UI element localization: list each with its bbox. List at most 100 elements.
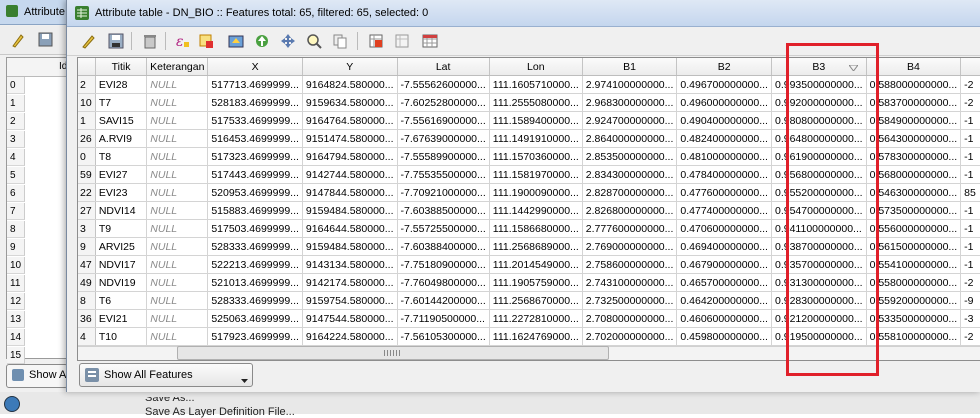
delete-icon[interactable] bbox=[139, 30, 161, 52]
table-cell[interactable]: T7 bbox=[95, 93, 148, 112]
column-header-b2[interactable]: B2 bbox=[676, 58, 772, 76]
background-row-number[interactable]: 10 bbox=[7, 257, 25, 274]
column-header-overflow[interactable] bbox=[960, 58, 980, 76]
table-cell[interactable]: 9164224.580000... bbox=[302, 327, 398, 346]
table-cell[interactable]: 9142744.580000... bbox=[302, 165, 398, 184]
table-cell[interactable]: 2.758600000000... bbox=[582, 255, 678, 274]
table-cell[interactable]: 0.583700000000... bbox=[866, 93, 962, 112]
field-calculator-icon[interactable] bbox=[419, 30, 441, 52]
column-header-titik[interactable]: Titik bbox=[95, 58, 148, 76]
table-cell[interactable]: 9147544.580000... bbox=[302, 309, 398, 328]
pencil-icon[interactable] bbox=[10, 32, 24, 51]
table-cell[interactable]: -7.76049800000... bbox=[397, 273, 490, 292]
table-cell[interactable]: 0.561500000000... bbox=[866, 237, 962, 256]
row-number[interactable]: 36 bbox=[78, 309, 96, 328]
table-cell[interactable]: -7.55589900000... bbox=[397, 147, 490, 166]
table-cell[interactable]: 522213.4699999... bbox=[207, 255, 303, 274]
table-cell[interactable]: 111.1589400000... bbox=[489, 111, 583, 130]
table-cell[interactable]: -1 bbox=[960, 201, 980, 220]
pencil-icon[interactable] bbox=[77, 30, 99, 52]
row-number[interactable]: 9 bbox=[78, 237, 96, 256]
table-cell[interactable]: T9 bbox=[95, 219, 148, 238]
table-cell[interactable]: EVI27 bbox=[95, 165, 148, 184]
background-row-number[interactable]: 7 bbox=[7, 203, 25, 220]
table-cell[interactable]: NULL bbox=[146, 75, 209, 94]
table-cell[interactable]: -7.60388500000... bbox=[397, 201, 490, 220]
row-number[interactable]: 1 bbox=[78, 111, 96, 130]
table-cell[interactable]: 517713.4699999... bbox=[207, 75, 303, 94]
table-cell[interactable]: -1 bbox=[960, 219, 980, 238]
table-cell[interactable]: -2 bbox=[960, 273, 980, 292]
column-header-lon[interactable]: Lon bbox=[489, 58, 583, 76]
table-cell[interactable]: 0.568000000000... bbox=[866, 165, 962, 184]
background-row-number[interactable]: 2 bbox=[7, 113, 25, 130]
table-cell[interactable]: NULL bbox=[146, 147, 209, 166]
table-cell[interactable]: NDVI17 bbox=[95, 255, 148, 274]
table-cell[interactable]: 9164764.580000... bbox=[302, 111, 398, 130]
table-cell[interactable]: 111.1581970000... bbox=[489, 165, 583, 184]
table-cell[interactable]: T8 bbox=[95, 147, 148, 166]
table-cell[interactable]: 0.564300000000... bbox=[866, 129, 962, 148]
table-cell[interactable]: 0.477400000000... bbox=[676, 201, 772, 220]
window-titlebar[interactable]: Attribute table - DN_BIO :: Features tot… bbox=[67, 0, 980, 27]
column-header-lat[interactable]: Lat bbox=[397, 58, 490, 76]
table-cell[interactable]: 0.481000000000... bbox=[676, 147, 772, 166]
table-cell[interactable]: 0.533500000000... bbox=[866, 309, 962, 328]
table-cell[interactable]: 9143134.580000... bbox=[302, 255, 398, 274]
table-cell[interactable]: 0.578300000000... bbox=[866, 147, 962, 166]
table-cell[interactable]: -7.60252800000... bbox=[397, 93, 490, 112]
table-cell[interactable]: 111.1905759000... bbox=[489, 273, 583, 292]
save-icon[interactable] bbox=[38, 32, 54, 51]
table-cell[interactable]: 2.828700000000... bbox=[582, 183, 678, 202]
table-cell[interactable]: NULL bbox=[146, 201, 209, 220]
table-cell[interactable]: EVI28 bbox=[95, 75, 148, 94]
table-cell[interactable]: 525063.4699999... bbox=[207, 309, 303, 328]
row-number[interactable]: 59 bbox=[78, 165, 96, 184]
table-cell[interactable]: NULL bbox=[146, 129, 209, 148]
table-cell[interactable]: NULL bbox=[146, 273, 209, 292]
menu-item-save-layer-definition[interactable]: Save As Layer Definition File... bbox=[145, 406, 295, 418]
deselect-icon[interactable] bbox=[195, 30, 217, 52]
table-cell[interactable]: 516453.4699999... bbox=[207, 129, 303, 148]
table-cell[interactable]: -2 bbox=[960, 93, 980, 112]
table-cell[interactable]: 111.2014549000... bbox=[489, 255, 583, 274]
delete-column-icon[interactable] bbox=[365, 30, 387, 52]
show-all-features-button[interactable]: Show All Features bbox=[79, 363, 253, 387]
table-cell[interactable]: NDVI14 bbox=[95, 201, 148, 220]
row-number[interactable]: 27 bbox=[78, 201, 96, 220]
table-cell[interactable]: 517503.4699999... bbox=[207, 219, 303, 238]
table-cell[interactable]: 0.559200000000... bbox=[866, 291, 962, 310]
table-cell[interactable]: SAVI15 bbox=[95, 111, 148, 130]
table-cell[interactable]: NULL bbox=[146, 309, 209, 328]
background-window-titlebar[interactable]: Attribute bbox=[0, 0, 74, 25]
table-cell[interactable]: 0.460600000000... bbox=[676, 309, 772, 328]
table-cell[interactable]: 9151474.580000... bbox=[302, 129, 398, 148]
table-cell[interactable]: 9159754.580000... bbox=[302, 291, 398, 310]
table-cell[interactable]: -7.60388400000... bbox=[397, 237, 490, 256]
table-cell[interactable]: 0.478400000000... bbox=[676, 165, 772, 184]
table-cell[interactable]: 2.864000000000... bbox=[582, 129, 678, 148]
table-cell[interactable]: -7.55725500000... bbox=[397, 219, 490, 238]
table-cell[interactable]: NULL bbox=[146, 291, 209, 310]
table-cell[interactable]: 111.1605710000... bbox=[489, 75, 583, 94]
table-cell[interactable]: 517443.4699999... bbox=[207, 165, 303, 184]
background-row-number[interactable]: 5 bbox=[7, 167, 25, 184]
table-cell[interactable]: 111.1442990000... bbox=[489, 201, 583, 220]
table-cell[interactable]: 0.584900000000... bbox=[866, 111, 962, 130]
table-cell[interactable]: 2.769000000000... bbox=[582, 237, 678, 256]
table-cell[interactable]: 2.853500000000... bbox=[582, 147, 678, 166]
table-cell[interactable]: -1 bbox=[960, 147, 980, 166]
table-cell[interactable]: 9147844.580000... bbox=[302, 183, 398, 202]
row-number[interactable]: 10 bbox=[78, 93, 96, 112]
table-cell[interactable]: 111.2568670000... bbox=[489, 291, 583, 310]
background-row-number[interactable]: 6 bbox=[7, 185, 25, 202]
row-number[interactable]: 22 bbox=[78, 183, 96, 202]
table-cell[interactable]: 528333.4699999... bbox=[207, 291, 303, 310]
row-number[interactable]: 47 bbox=[78, 255, 96, 274]
table-cell[interactable]: NULL bbox=[146, 93, 209, 112]
table-cell[interactable]: A.RVI9 bbox=[95, 129, 148, 148]
table-cell[interactable]: 2.732500000000... bbox=[582, 291, 678, 310]
table-cell[interactable]: -7.75180900000... bbox=[397, 255, 490, 274]
table-cell[interactable]: 515883.4699999... bbox=[207, 201, 303, 220]
table-cell[interactable]: 528183.4699999... bbox=[207, 93, 303, 112]
